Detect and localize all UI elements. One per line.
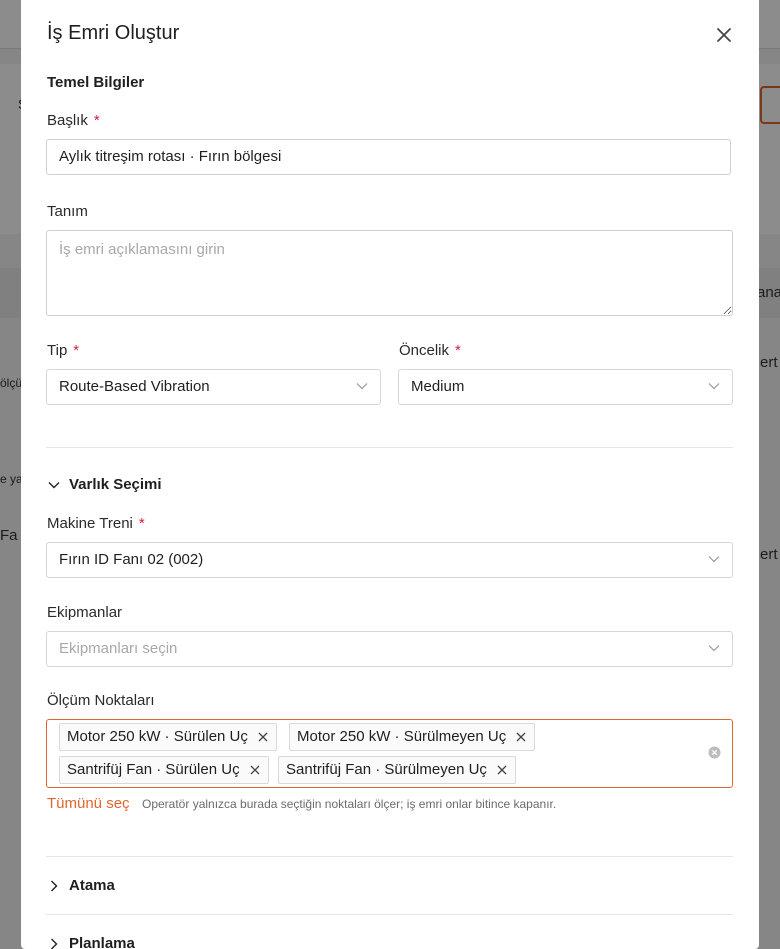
close-icon[interactable] [713, 24, 735, 46]
divider [46, 856, 733, 857]
chevron-down-icon [48, 481, 60, 488]
measurement-points-label: Ölçüm Noktaları [47, 692, 155, 709]
title-input[interactable]: Aylık titreşim rotası · Fırın bölgesi [46, 139, 731, 175]
chevron-down-icon [708, 645, 720, 652]
clear-icon[interactable] [708, 746, 721, 759]
measurement-point-tag: Motor 250 kW · Sürülmeyen Uç [289, 723, 536, 751]
measurement-points-multiselect[interactable]: Motor 250 kW · Sürülen Uç Motor 250 kW ·… [46, 719, 733, 788]
divider [46, 447, 733, 448]
select-all-link[interactable]: Tümünü seç [47, 795, 130, 812]
measurement-point-tag: Santrifüj Fan · Sürülen Uç [59, 756, 269, 784]
title-label: Başlık * [47, 112, 100, 129]
priority-value: Medium [411, 378, 465, 395]
equipment-placeholder: Ekipmanları seçin [59, 640, 178, 657]
modal-title: İş Emri Oluştur [47, 22, 180, 44]
assignment-section-title: Atama [69, 877, 115, 894]
tag-label: Motor 250 kW · Sürülen Uç [67, 728, 248, 745]
section-basic-info: Temel Bilgiler [47, 74, 145, 91]
description-textarea[interactable] [46, 230, 733, 316]
type-select[interactable]: Route-Based Vibration [46, 369, 381, 405]
machine-train-select[interactable]: Fırın ID Fanı 02 (002) [46, 542, 733, 578]
asset-section-toggle[interactable]: Varlık Seçimi [47, 476, 162, 493]
equipment-select[interactable]: Ekipmanları seçin [46, 631, 733, 667]
chevron-down-icon [708, 556, 720, 563]
chevron-down-icon [708, 383, 720, 390]
chevron-right-icon [51, 938, 58, 949]
close-icon[interactable] [496, 764, 508, 776]
priority-label: Öncelik * [399, 342, 461, 359]
planning-section-toggle[interactable]: Planlama [47, 935, 135, 949]
chevron-down-icon [356, 383, 368, 390]
divider [46, 914, 733, 915]
measurement-points-help: Operatör yalnızca burada seçtiğin noktal… [142, 797, 557, 811]
machine-train-label: Makine Treni * [47, 515, 145, 532]
priority-select[interactable]: Medium [398, 369, 733, 405]
close-icon[interactable] [249, 764, 261, 776]
tag-label: Motor 250 kW · Sürülmeyen Uç [297, 728, 507, 745]
type-label: Tip * [47, 342, 80, 359]
create-work-order-modal: İş Emri Oluştur Temel Bilgiler Başlık * A… [21, 0, 759, 949]
type-value: Route-Based Vibration [59, 378, 210, 395]
planning-section-title: Planlama [69, 935, 135, 949]
description-label: Tanım [47, 203, 88, 220]
close-icon[interactable] [257, 731, 269, 743]
tag-label: Santrifüj Fan · Sürülen Uç [67, 761, 240, 778]
measurement-point-tag: Motor 250 kW · Sürülen Uç [59, 723, 277, 751]
asset-section-title: Varlık Seçimi [69, 476, 162, 493]
chevron-right-icon [51, 880, 58, 891]
measurement-point-tag: Santrifüj Fan · Sürülmeyen Uç [278, 756, 516, 784]
machine-train-value: Fırın ID Fanı 02 (002) [59, 551, 204, 568]
tag-label: Santrifüj Fan · Sürülmeyen Uç [286, 761, 487, 778]
equipment-label: Ekipmanlar [47, 604, 123, 621]
close-icon[interactable] [515, 731, 527, 743]
assignment-section-toggle[interactable]: Atama [47, 877, 115, 894]
